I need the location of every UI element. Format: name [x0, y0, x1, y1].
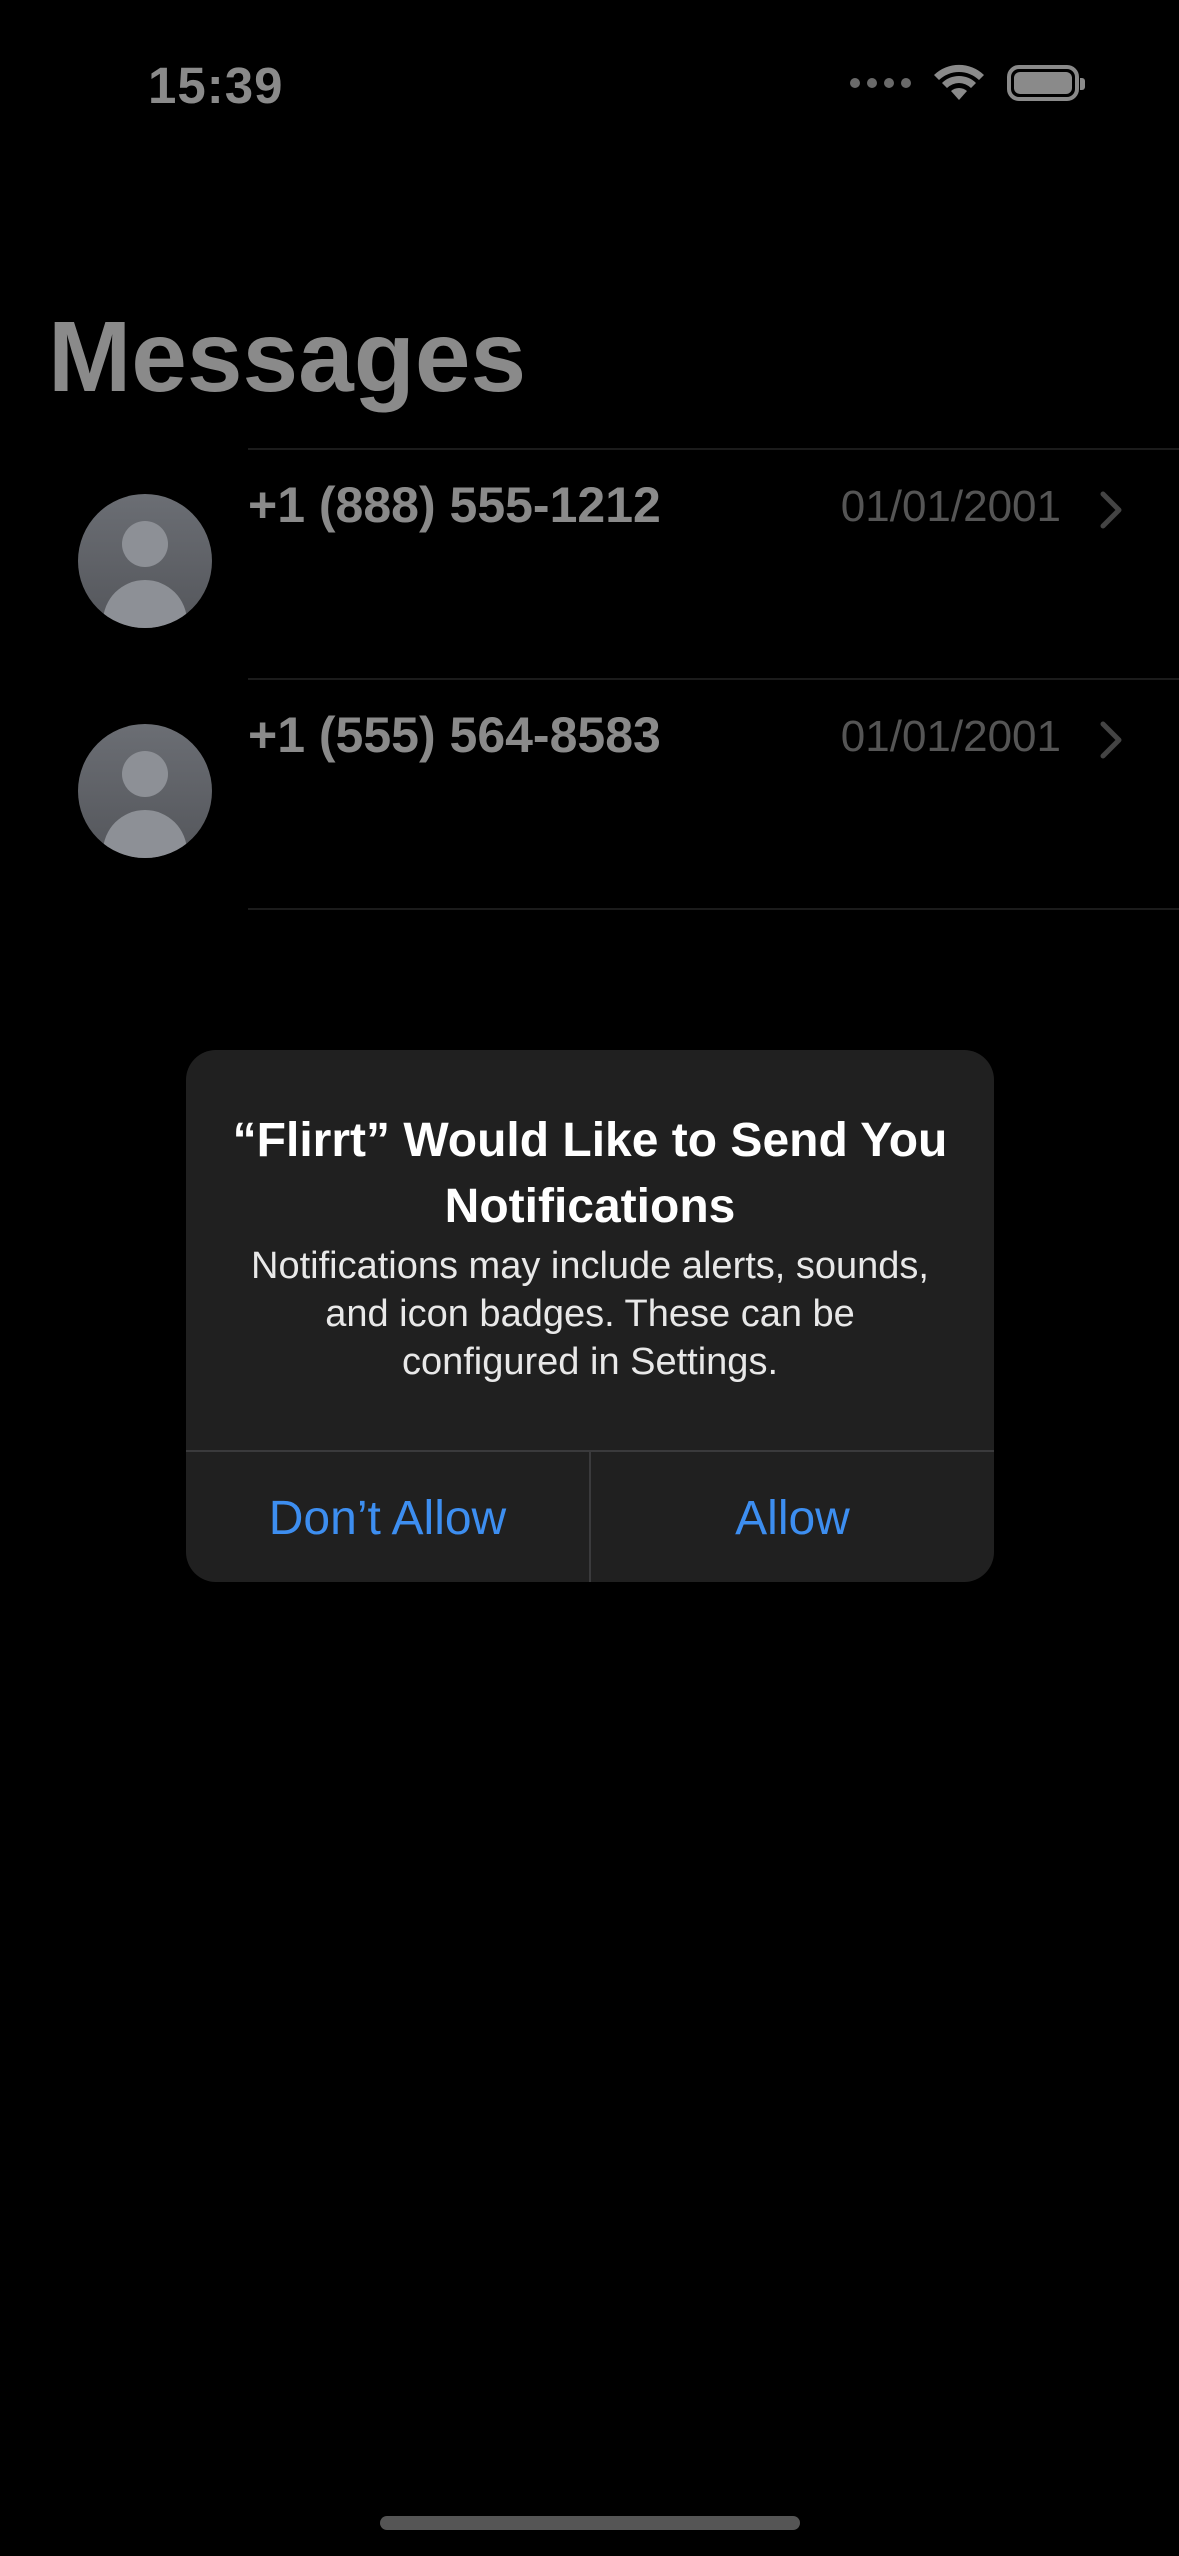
status-icons	[850, 64, 1085, 102]
dont-allow-button[interactable]: Don’t Allow	[186, 1452, 589, 1582]
status-bar: 15:39	[0, 0, 1179, 170]
wifi-icon	[934, 64, 984, 100]
person-placeholder-icon	[78, 724, 212, 858]
home-indicator[interactable]	[380, 2516, 800, 2530]
chevron-right-icon	[1100, 491, 1122, 529]
conversation-list: +1 (888) 555-1212 01/01/2001 +1 (555) 56…	[0, 448, 1179, 910]
conversation-row[interactable]: +1 (888) 555-1212 01/01/2001	[78, 448, 1179, 678]
cellular-signal-icon	[850, 78, 911, 88]
person-placeholder-icon	[78, 494, 212, 628]
allow-button[interactable]: Allow	[589, 1452, 994, 1582]
conversation-date: 01/01/2001	[840, 712, 1061, 761]
alert-title: “Flirrt” Would Like to Send You Notifica…	[232, 1114, 948, 1233]
chevron-right-icon	[1100, 721, 1122, 759]
conversation-name: +1 (555) 564-8583	[248, 707, 661, 763]
status-time: 15:39	[148, 57, 284, 114]
page-title: Messages	[48, 301, 527, 413]
battery-icon	[1007, 65, 1085, 101]
conversation-row[interactable]: +1 (555) 564-8583 01/01/2001	[78, 678, 1179, 910]
alert-message: Notifications may include alerts, sounds…	[251, 1245, 929, 1383]
notification-permission-alert: “Flirrt” Would Like to Send You Notifica…	[186, 1050, 994, 1582]
alert-actions: Don’t Allow Allow	[186, 1450, 994, 1582]
conversation-date: 01/01/2001	[840, 482, 1061, 531]
conversation-name: +1 (888) 555-1212	[248, 477, 661, 533]
